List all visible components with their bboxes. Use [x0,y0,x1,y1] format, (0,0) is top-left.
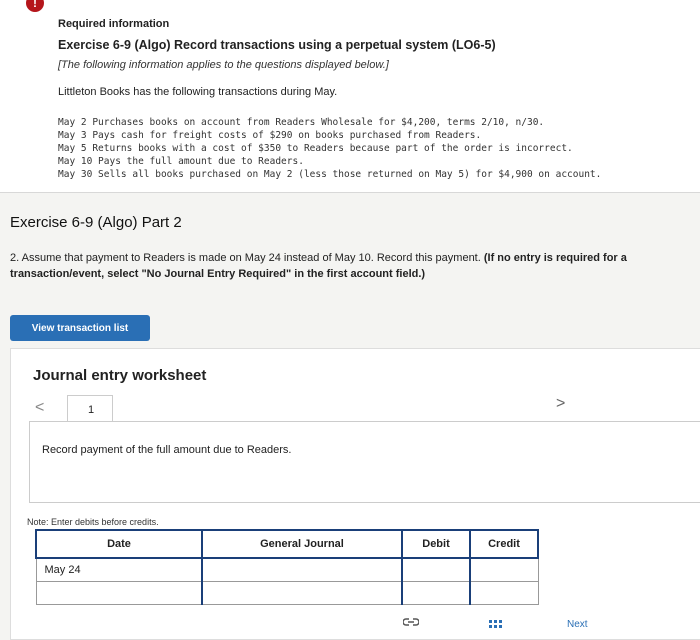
column-header-date: Date [35,529,203,559]
column-header-general-journal: General Journal [201,529,403,559]
debit-cell[interactable] [401,557,471,582]
page-number: 1 [88,404,95,416]
table-row [35,581,539,605]
transaction-item: May 3 Pays cash for freight costs of $29… [58,130,482,141]
alert-icon: ! [26,0,44,12]
transaction-item: May 2 Purchases books on account from Re… [58,117,545,128]
credit-cell[interactable] [469,581,539,605]
question-body: 2. Assume that payment to Readers is mad… [10,252,484,264]
entry-description: Record payment of the full amount due to… [42,444,292,456]
worksheet-title: Journal entry worksheet [33,367,207,384]
account-cell[interactable] [201,557,403,582]
next-arrow-icon[interactable]: > [556,395,565,413]
journal-table: Date General Journal Debit Credit May 24 [35,529,539,605]
date-cell[interactable] [35,581,203,605]
next-button[interactable]: Next [567,619,588,630]
intro-text: Littleton Books has the following transa… [58,86,338,98]
part-title: Exercise 6-9 (Algo) Part 2 [10,214,182,231]
date-cell[interactable]: May 24 [35,557,203,582]
entry-description-box: Record payment of the full amount due to… [29,421,700,503]
view-transaction-list-button[interactable]: View transaction list [10,315,150,341]
transaction-list: May 2 Purchases books on account from Re… [58,116,601,181]
info-note: [The following information applies to th… [58,59,389,71]
column-header-debit: Debit [401,529,471,559]
column-header-credit: Credit [469,529,539,559]
credit-cell[interactable] [469,557,539,582]
required-information-panel: ! Required information Exercise 6-9 (Alg… [0,0,700,193]
grid-icon[interactable] [489,619,503,631]
transaction-item: May 5 Returns books with a cost of $350 … [58,143,573,154]
page-tab[interactable]: 1 [67,395,113,422]
exercise-title: Exercise 6-9 (Algo) Record transactions … [58,38,496,52]
link-icon[interactable] [402,617,420,630]
table-row: May 24 [35,557,539,582]
account-cell[interactable] [201,581,403,605]
debit-cell[interactable] [401,581,471,605]
journal-entry-worksheet: Journal entry worksheet < 1 > Record pay… [10,348,700,640]
entry-note: Note: Enter debits before credits. [27,517,159,527]
question-text: 2. Assume that payment to Readers is mad… [10,250,700,282]
required-label: Required information [58,18,170,30]
transaction-item: May 30 Sells all books purchased on May … [58,169,602,180]
transaction-item: May 10 Pays the full amount due to Reade… [58,156,304,167]
previous-arrow-icon[interactable]: < [35,399,44,417]
